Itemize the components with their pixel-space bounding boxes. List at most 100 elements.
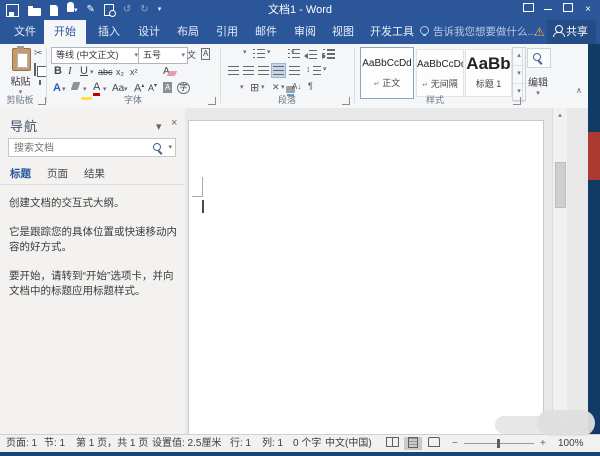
tab-view[interactable]: 视图 (322, 20, 364, 44)
multilevel-list-dropdown-icon[interactable]: ▾ (291, 48, 295, 56)
styles-dialog-launcher-icon[interactable] (513, 97, 521, 105)
show-hide-marks-icon[interactable]: ¶ (308, 81, 313, 91)
editing-dropdown-icon[interactable]: ▾ (524, 89, 552, 97)
superscript-button[interactable]: x² (130, 67, 138, 77)
align-center-icon[interactable] (243, 66, 254, 75)
status-column[interactable]: 列: 1 (262, 435, 283, 452)
warning-icon[interactable]: ⚠ (534, 20, 545, 44)
status-language[interactable]: 中文(中国) (325, 435, 372, 452)
nav-tab-pages[interactable]: 页面 (47, 166, 68, 181)
bullets-dropdown-icon[interactable]: ▾ (243, 48, 247, 56)
paste-button[interactable]: 粘贴 ▾ (10, 48, 31, 96)
italic-button[interactable]: I (68, 65, 72, 77)
clipboard-dialog-launcher-icon[interactable] (38, 97, 46, 105)
copy-icon[interactable] (34, 63, 36, 76)
navigation-search-box[interactable]: ▾ (8, 138, 176, 157)
font-size-combo[interactable]: 五号▾ (138, 47, 188, 64)
font-name-combo[interactable]: 等线 (中文正文)▾ (51, 47, 141, 64)
underline-dropdown-icon[interactable]: ▾ (90, 68, 94, 76)
scrollbar-thumb[interactable] (555, 162, 566, 208)
increase-indent-icon[interactable] (322, 50, 335, 62)
character-shading-icon[interactable]: A (163, 82, 172, 93)
tab-developer[interactable]: 开发工具 (360, 20, 424, 44)
navigation-close-icon[interactable]: × (171, 117, 177, 129)
tab-file[interactable]: 文件 (4, 20, 46, 44)
justify-button-selected[interactable] (272, 64, 285, 77)
tab-layout[interactable]: 布局 (167, 20, 209, 44)
highlight-dropdown-icon[interactable]: ▾ (83, 85, 87, 93)
tab-review[interactable]: 审阅 (284, 20, 326, 44)
shading-dropdown-icon[interactable]: ▾ (240, 83, 244, 91)
tab-references[interactable]: 引用 (206, 20, 248, 44)
font-color-icon[interactable]: A (93, 81, 100, 96)
numbering-dropdown-icon[interactable]: ▾ (267, 48, 271, 56)
font-size-dropdown-icon[interactable]: ▾ (181, 48, 185, 63)
borders-dropdown-icon[interactable]: ▾ (261, 83, 265, 91)
find-button[interactable] (527, 48, 551, 68)
character-border-icon[interactable]: A (201, 48, 210, 60)
font-color-dropdown-icon[interactable]: ▾ (103, 85, 107, 93)
style-no-spacing[interactable]: AaBbCcDd ↵ 无间隔 (416, 49, 464, 97)
styles-scroll-up-icon[interactable]: ▴ (513, 48, 525, 66)
bullets-icon[interactable] (257, 49, 265, 58)
search-input[interactable] (12, 140, 146, 157)
document-area[interactable]: ▴ (185, 108, 588, 434)
asian-layout-dropdown-icon[interactable]: ▾ (281, 83, 285, 91)
enclose-characters-icon[interactable]: 字 (177, 82, 190, 94)
search-options-dropdown-icon[interactable]: ▾ (168, 143, 172, 151)
distributed-icon[interactable] (289, 66, 300, 75)
print-layout-button[interactable] (404, 437, 422, 450)
text-effects-icon[interactable]: A (53, 82, 61, 94)
tab-home[interactable]: 开始 (44, 20, 86, 44)
align-right-icon[interactable] (258, 66, 269, 75)
line-spacing-icon[interactable]: ↕ (306, 64, 311, 74)
collapse-ribbon-icon[interactable]: ∧ (576, 86, 582, 95)
search-icon[interactable] (153, 143, 161, 151)
line-spacing-dropdown-icon[interactable]: ▾ (323, 65, 327, 73)
bold-button[interactable]: B (54, 65, 62, 77)
style-normal[interactable]: AaBbCcDd ↵ 正文 (360, 47, 414, 99)
restore-button[interactable] (558, 0, 578, 20)
share-button[interactable]: 共享 (547, 20, 596, 44)
decrease-indent-icon[interactable] (304, 50, 317, 62)
text-effects-dropdown-icon[interactable]: ▾ (62, 85, 66, 93)
web-layout-button[interactable] (425, 437, 443, 450)
close-button[interactable]: × (578, 0, 598, 20)
tab-mailings[interactable]: 邮件 (245, 20, 287, 44)
read-mode-button[interactable] (383, 437, 401, 450)
vertical-scrollbar[interactable]: ▴ (552, 108, 567, 434)
shrink-font-button[interactable]: A▾ (148, 82, 157, 93)
zoom-slider-thumb[interactable] (497, 439, 500, 448)
scroll-up-icon[interactable]: ▴ (553, 111, 567, 119)
zoom-out-button[interactable]: − (452, 435, 458, 452)
navigation-options-dropdown-icon[interactable]: ▾ (156, 120, 162, 133)
underline-button[interactable]: U (80, 65, 88, 77)
highlight-pen-icon[interactable] (71, 82, 81, 90)
status-word-count[interactable]: 0 个字 (293, 435, 321, 452)
align-left-icon[interactable] (228, 66, 239, 75)
nav-tab-results[interactable]: 结果 (84, 166, 105, 181)
document-page[interactable] (188, 120, 544, 435)
zoom-slider[interactable] (464, 443, 534, 444)
cut-icon[interactable]: ✂ (34, 48, 42, 59)
phonetic-guide-icon[interactable]: 文 (187, 48, 196, 61)
tell-me-box[interactable]: 告诉我您想要做什么... (420, 20, 536, 44)
editing-menu-button[interactable]: 编辑 ▾ (524, 74, 552, 97)
tab-design[interactable]: 设计 (128, 20, 170, 44)
status-page[interactable]: 页面: 1 (6, 435, 37, 452)
paragraph-dialog-launcher-icon[interactable] (342, 97, 350, 105)
strikethrough-button[interactable]: abc (98, 67, 113, 77)
tab-insert[interactable]: 插入 (88, 20, 130, 44)
status-line[interactable]: 行: 1 (230, 435, 251, 452)
nav-tab-headings[interactable]: 标题 (10, 166, 31, 181)
sort-icon[interactable]: A↓ (292, 82, 301, 91)
font-dialog-launcher-icon[interactable] (208, 97, 216, 105)
change-case-dropdown-icon[interactable]: ▾ (124, 85, 128, 93)
minimize-button[interactable] (538, 0, 558, 20)
status-section[interactable]: 节: 1 (44, 435, 65, 452)
asian-layout-icon[interactable]: ✕ (272, 82, 280, 93)
clear-formatting-icon[interactable]: A (163, 66, 170, 77)
subscript-button[interactable]: x₂ (116, 67, 124, 77)
status-page-count[interactable]: 第 1 页，共 1 页 (76, 435, 148, 452)
ribbon-display-options-button[interactable] (518, 0, 538, 20)
